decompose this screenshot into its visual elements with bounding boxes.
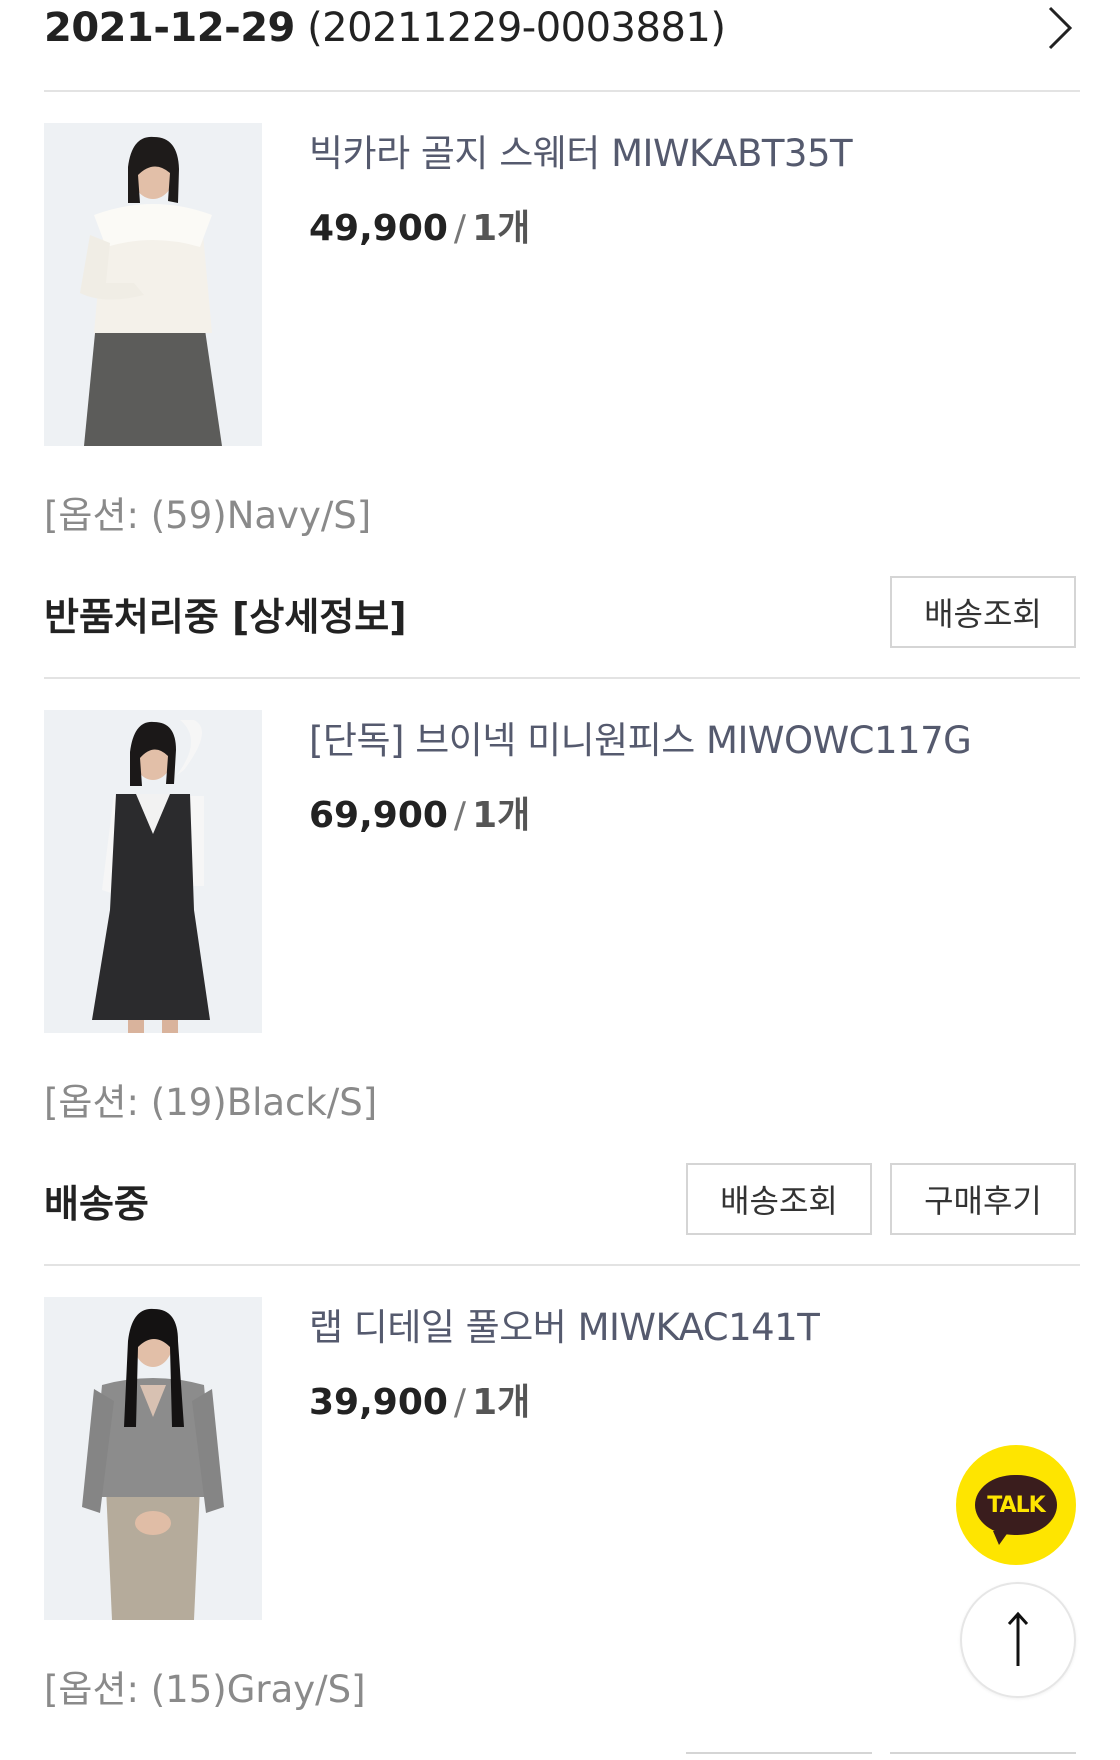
product-option: [옵션: (59)Navy/S] (44, 494, 372, 537)
track-delivery-button[interactable]: 배송조회 (890, 576, 1076, 648)
price-separator: / (453, 795, 467, 836)
product-image[interactable] (44, 123, 262, 446)
scroll-top-button[interactable] (960, 1582, 1076, 1698)
status-row: 반품처리중 [상세정보] 배송조회 (44, 576, 1080, 654)
next-button-edge (686, 1752, 872, 1760)
order-header[interactable]: 2021-12-29 (20211229-0003881) (44, 0, 1080, 56)
divider (44, 677, 1080, 679)
order-status[interactable]: 반품처리중 [상세정보] (44, 586, 407, 641)
product-option: [옵션: (15)Gray/S] (44, 1668, 366, 1711)
chevron-right-icon[interactable] (1040, 0, 1080, 56)
order-date: 2021-12-29 (44, 5, 295, 51)
product-quantity: 1개 (472, 1382, 531, 1423)
order-status: 배송중 (44, 1182, 149, 1226)
product-option: [옵션: (19)Black/S] (44, 1081, 378, 1124)
price-separator: / (453, 208, 467, 249)
product-image[interactable] (44, 1297, 262, 1620)
write-review-button[interactable]: 구매후기 (890, 1163, 1076, 1235)
order-number: (20211229-0003881) (307, 5, 726, 51)
price-separator: / (453, 1382, 467, 1423)
product-name[interactable]: [단독] 브이넥 미니원피스 MIWOWC117G (309, 710, 972, 764)
product-quantity: 1개 (472, 795, 531, 836)
product-quantity: 1개 (472, 208, 531, 249)
status-row: 배송중 배송조회 구매후기 (44, 1163, 1080, 1241)
next-button-edge (890, 1752, 1076, 1760)
price-line: 39,900/1개 (309, 1373, 530, 1425)
product-name[interactable]: 랩 디테일 풀오버 MIWKAC141T (309, 1297, 820, 1351)
kakao-talk-button[interactable]: TALK (956, 1445, 1076, 1565)
product-image[interactable] (44, 710, 262, 1033)
order-title: 2021-12-29 (20211229-0003881) (44, 5, 726, 51)
product-price: 39,900 (309, 1382, 448, 1423)
divider (44, 90, 1080, 92)
product-name[interactable]: 빅카라 골지 스웨터 MIWKABT35T (309, 123, 853, 177)
price-line: 69,900/1개 (309, 786, 530, 838)
product-price: 49,900 (309, 208, 448, 249)
divider (44, 1264, 1080, 1266)
chat-bubble-icon: TALK (975, 1475, 1057, 1545)
talk-label: TALK (987, 1492, 1045, 1518)
product-price: 69,900 (309, 795, 448, 836)
track-delivery-button[interactable]: 배송조회 (686, 1163, 872, 1235)
price-line: 49,900/1개 (309, 199, 530, 251)
arrow-up-icon (1007, 1611, 1029, 1666)
